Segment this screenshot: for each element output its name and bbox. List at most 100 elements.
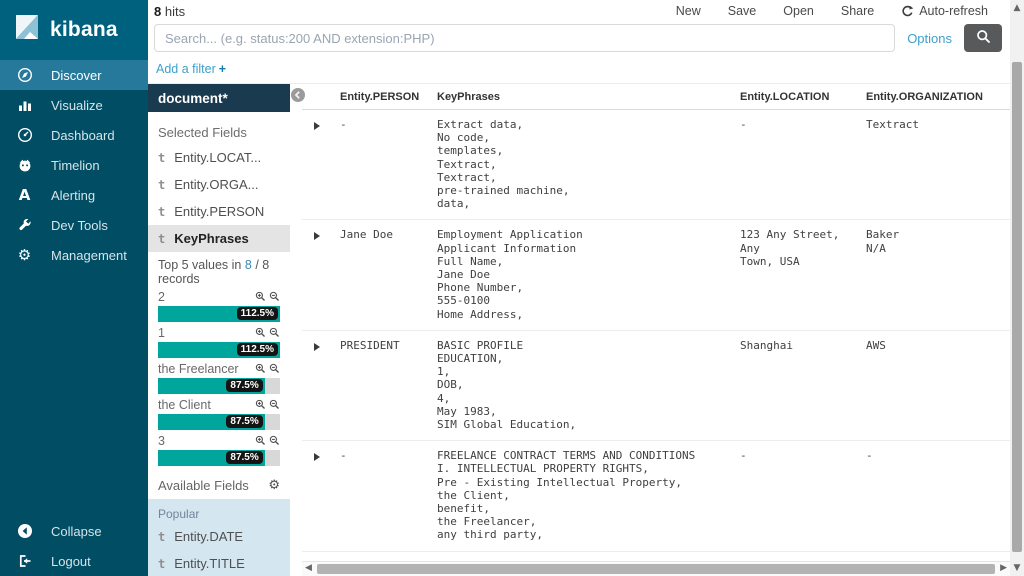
kibana-logo-text: kibana — [50, 18, 118, 42]
timelion-icon — [16, 157, 33, 174]
nav-bottom: Collapse Logout — [0, 516, 148, 576]
sidebar-item-collapse[interactable]: Collapse — [0, 516, 148, 546]
field-name: KeyPhrases — [174, 231, 248, 246]
popular-title: Popular — [158, 507, 280, 521]
auto-refresh-menu-item[interactable]: Auto-refresh — [901, 4, 988, 18]
sidebar-item-management[interactable]: ⚙ Management — [0, 240, 148, 270]
sidebar-item-label: Timelion — [51, 158, 100, 173]
vertical-scrollbar-thumb[interactable] — [1012, 62, 1022, 552]
scroll-down-icon[interactable]: ▼ — [1010, 563, 1024, 573]
records-link[interactable]: 8 — [245, 258, 252, 272]
filter-out-value-icon[interactable] — [269, 290, 280, 305]
compass-icon — [16, 67, 33, 84]
dashboard-icon — [16, 127, 33, 144]
horizontal-scrollbar-thumb[interactable] — [317, 564, 995, 574]
sidebar-item-label: Visualize — [51, 98, 103, 113]
field-item-entity-date[interactable]: t Entity.DATE — [158, 523, 280, 550]
add-filter-link[interactable]: Add a filter+ — [156, 62, 226, 76]
field-value-label: 2 — [158, 290, 165, 304]
value-bar-fill: 87.5% — [158, 414, 265, 430]
sidebar-item-label: Logout — [51, 554, 91, 569]
sidebar-item-visualize[interactable]: Visualize — [0, 90, 148, 120]
value-bar-fill: 112.5% — [158, 342, 280, 358]
value-percent-badge: 87.5% — [226, 451, 262, 464]
table-body: - Extract data,No code,templates,Textrac… — [302, 110, 1010, 560]
cell-entity-organization: Textract — [866, 118, 1010, 210]
sidebar-item-dashboard[interactable]: Dashboard — [0, 120, 148, 150]
field-settings-gear-icon[interactable]: ⚙ — [268, 478, 280, 493]
value-percent-badge: 87.5% — [226, 415, 262, 428]
kibana-logo[interactable]: kibana — [0, 0, 148, 60]
expand-row-icon[interactable] — [302, 118, 340, 210]
expand-row-icon[interactable] — [302, 339, 340, 431]
scroll-up-icon[interactable]: ▲ — [1010, 3, 1024, 13]
filter-for-value-icon[interactable] — [255, 326, 266, 341]
value-bar-track: 87.5% — [158, 378, 280, 394]
gear-icon: ⚙ — [16, 247, 33, 264]
filter-for-value-icon[interactable] — [255, 362, 266, 377]
field-item-entity-person[interactable]: t Entity.PERSON — [148, 198, 290, 225]
column-header-entity-location[interactable]: Entity.LOCATION — [740, 91, 866, 103]
sidebar-item-label: Dev Tools — [51, 218, 108, 233]
popular-fields-section: Popular t Entity.DATE t Entity.TITLE t s… — [148, 499, 290, 576]
share-menu-item[interactable]: Share — [841, 4, 874, 18]
expand-row-icon[interactable] — [302, 449, 340, 541]
field-item-keyphrases[interactable]: t KeyPhrases — [148, 225, 290, 252]
fields-panel: document* Selected Fields t Entity.LOCAT… — [148, 84, 290, 576]
sidebar-item-label: Discover — [51, 68, 102, 83]
sidebar-item-timelion[interactable]: Timelion — [0, 150, 148, 180]
value-bar-track: 87.5% — [158, 414, 280, 430]
column-header-keyphrases[interactable]: KeyPhrases — [437, 91, 740, 103]
selected-fields-title: Selected Fields — [148, 112, 290, 144]
sidebar-item-alerting[interactable]: A Alerting — [0, 180, 148, 210]
table-row-partial: Jeff B - - — [302, 552, 1010, 560]
cell-entity-person: - — [340, 118, 437, 210]
filter-out-value-icon[interactable] — [269, 362, 280, 377]
field-value-label: the Freelancer — [158, 362, 239, 376]
available-fields-header: Available Fields ⚙ — [148, 470, 290, 499]
filter-for-value-icon[interactable] — [255, 290, 266, 305]
sidebar-item-dev-tools[interactable]: Dev Tools — [0, 210, 148, 240]
table-row: Jane Doe Employment ApplicationApplicant… — [302, 220, 1010, 330]
scroll-right-icon[interactable]: ▶ — [1000, 563, 1007, 573]
open-menu-item[interactable]: Open — [783, 4, 814, 18]
topbar: 8 hits NewSaveOpenShare Auto-refresh — [148, 0, 1010, 22]
scroll-left-icon[interactable]: ◀ — [305, 563, 312, 573]
sidebar-item-label: Alerting — [51, 188, 95, 203]
value-percent-badge: 112.5% — [237, 307, 278, 320]
nav-list: Discover Visualize Dashboard Timelion A … — [0, 60, 148, 270]
search-input[interactable] — [154, 24, 895, 52]
expand-row-icon[interactable] — [302, 228, 340, 320]
sidebar-item-discover[interactable]: Discover — [0, 60, 148, 90]
filter-out-value-icon[interactable] — [269, 326, 280, 341]
new-menu-item[interactable]: New — [676, 4, 701, 18]
field-item-entity-orga[interactable]: t Entity.ORGA... — [148, 171, 290, 198]
collapse-sidebar-icon[interactable] — [291, 88, 305, 102]
value-bar-fill: 87.5% — [158, 378, 265, 394]
field-type-icon: t — [158, 205, 165, 219]
filter-out-value-icon[interactable] — [269, 398, 280, 413]
sidebar-item-logout[interactable]: Logout — [0, 546, 148, 576]
value-bar-track: 112.5% — [158, 342, 280, 358]
column-header-entity-person[interactable]: Entity.PERSON — [340, 91, 437, 103]
options-link[interactable]: Options — [907, 31, 952, 46]
index-pattern-name: document* — [158, 91, 228, 106]
save-menu-item[interactable]: Save — [728, 4, 757, 18]
value-bar-fill: 87.5% — [158, 450, 265, 466]
search-button[interactable] — [964, 24, 1002, 52]
filter-out-value-icon[interactable] — [269, 434, 280, 449]
field-name: Entity.PERSON — [174, 204, 264, 219]
field-item-entity-title[interactable]: t Entity.TITLE — [158, 550, 280, 576]
filter-for-value-icon[interactable] — [255, 398, 266, 413]
filter-for-value-icon[interactable] — [255, 434, 266, 449]
column-header-entity-organization[interactable]: Entity.ORGANIZATION — [866, 91, 1010, 103]
plus-icon: + — [219, 62, 226, 76]
sidebar-item-label: Management — [51, 248, 127, 263]
field-item-entity-locat[interactable]: t Entity.LOCAT... — [148, 144, 290, 171]
horizontal-scrollbar: ◀ ▶ — [302, 561, 1010, 576]
content: document* Selected Fields t Entity.LOCAT… — [148, 84, 1010, 576]
index-pattern-selector[interactable]: document* — [148, 84, 290, 112]
cell-entity-organization: BakerN/A — [866, 228, 1010, 320]
kibana-app: kibana Discover Visualize Dashboard Time… — [0, 0, 1024, 576]
field-name: Entity.DATE — [174, 529, 243, 544]
